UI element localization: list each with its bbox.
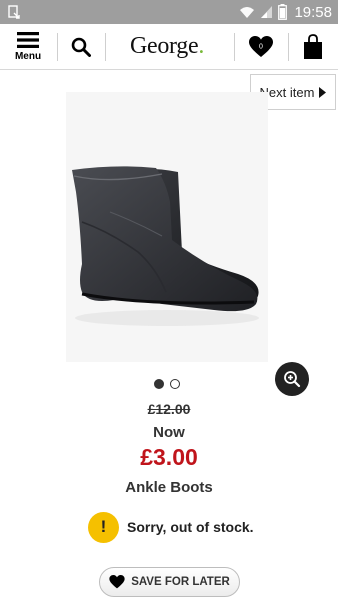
product-image[interactable] xyxy=(66,92,268,362)
search-button[interactable] xyxy=(66,32,96,62)
divider xyxy=(105,33,106,61)
divider xyxy=(288,33,289,61)
brand-name: George xyxy=(129,33,199,59)
stock-status: ! Sorry, out of stock. xyxy=(88,511,254,543)
basket-button[interactable] xyxy=(298,31,328,63)
menu-button[interactable]: Menu xyxy=(10,30,46,66)
warning-icon: ! xyxy=(88,511,119,543)
svg-text:0: 0 xyxy=(259,44,263,51)
status-bar: 19:58 xyxy=(0,0,338,24)
favourites-button[interactable]: 0 xyxy=(246,32,276,62)
save-for-later-button[interactable]: SAVE FOR LATER xyxy=(99,567,240,597)
now-label: Now xyxy=(153,424,185,441)
caret-right-icon xyxy=(319,86,327,98)
status-icons: 19:58 xyxy=(239,2,332,22)
menu-icon xyxy=(17,32,39,48)
brand-dot: . xyxy=(198,33,205,59)
zoom-button[interactable] xyxy=(275,362,309,396)
product-title: Ankle Boots xyxy=(125,479,213,496)
zoom-in-icon xyxy=(284,371,301,388)
shopping-bag-icon xyxy=(304,34,322,59)
divider xyxy=(234,33,235,61)
ankle-boots-image xyxy=(72,166,259,326)
was-price: £12.00 xyxy=(147,401,191,417)
battery-icon xyxy=(278,4,288,20)
app-header: Menu George. 0 xyxy=(0,24,338,70)
save-for-later-label: SAVE FOR LATER xyxy=(131,576,230,588)
brand-logo[interactable]: George. xyxy=(113,30,221,62)
divider xyxy=(57,33,58,61)
carousel-dots xyxy=(154,379,180,389)
heart-icon: 0 xyxy=(249,36,273,57)
carousel-dot-1[interactable] xyxy=(154,379,164,389)
wifi-icon xyxy=(240,7,255,18)
signal-icon xyxy=(261,6,273,18)
search-icon xyxy=(71,37,91,57)
heart-icon xyxy=(109,575,125,589)
carousel-dot-2[interactable] xyxy=(170,379,180,389)
notification-icon xyxy=(8,5,20,19)
status-time: 19:58 xyxy=(294,3,332,21)
now-price: £3.00 xyxy=(140,444,198,470)
stock-message: Sorry, out of stock. xyxy=(127,519,254,535)
menu-label: Menu xyxy=(14,51,42,62)
